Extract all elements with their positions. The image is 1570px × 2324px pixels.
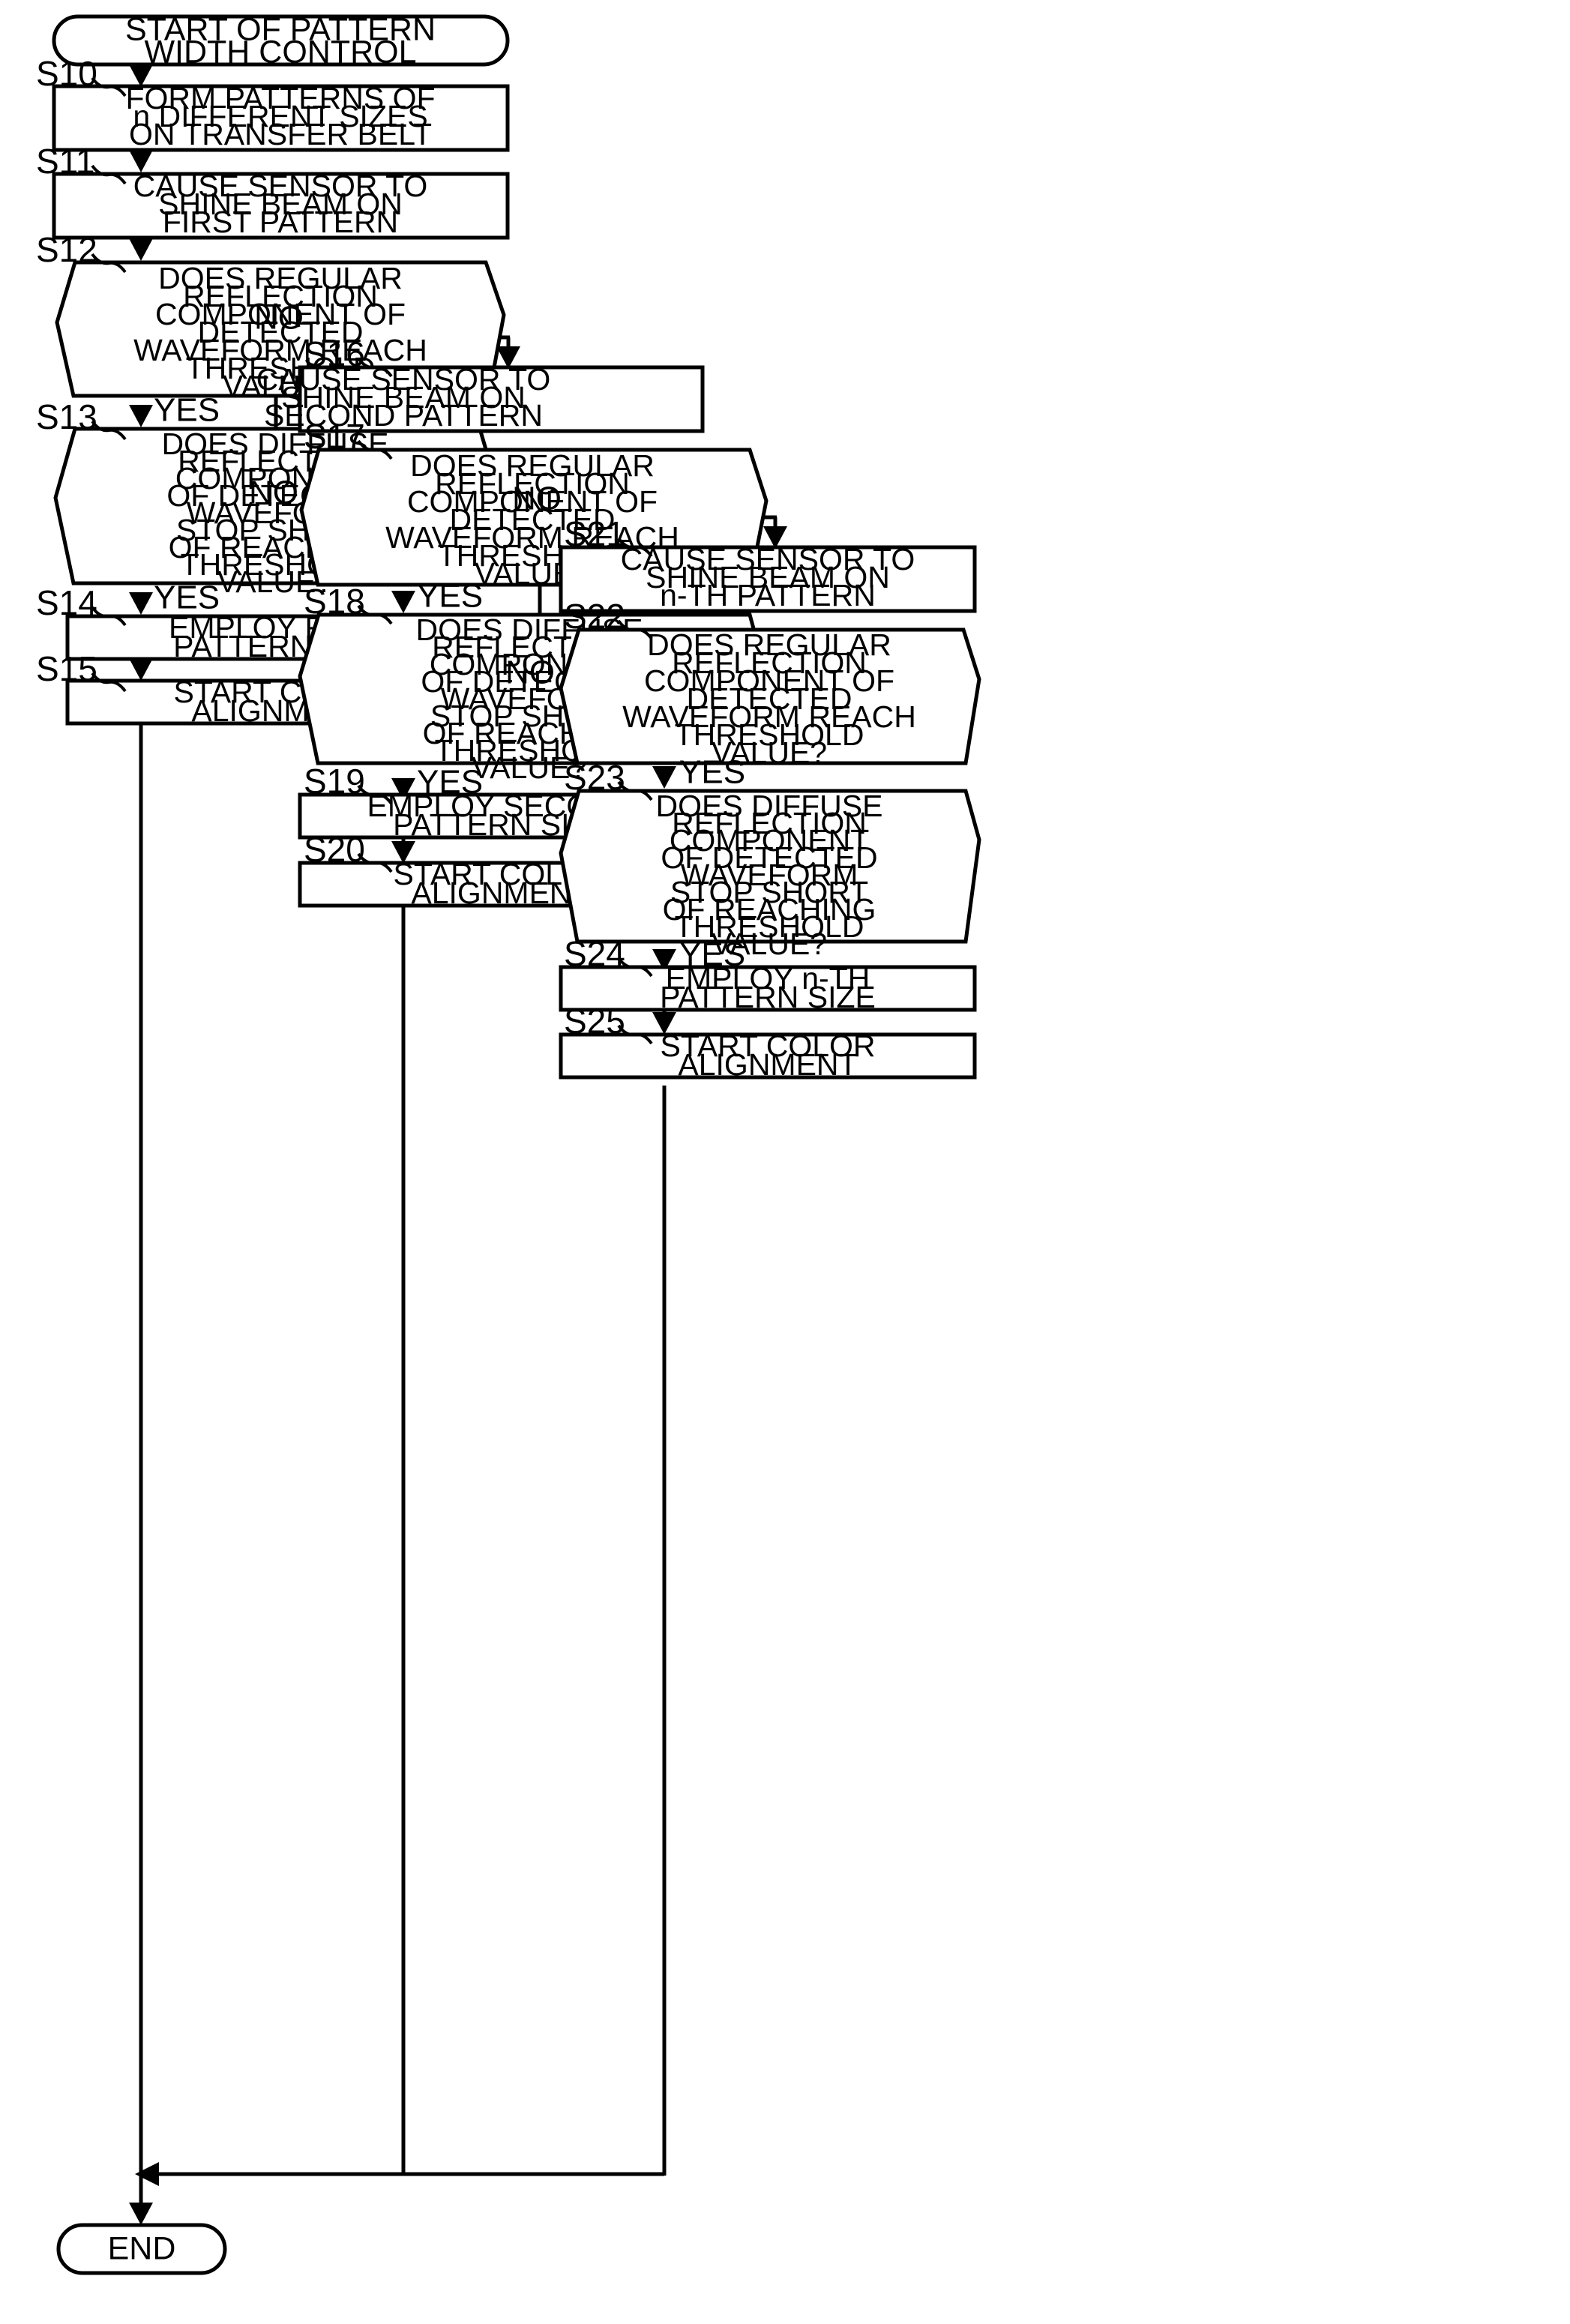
step-label-s24: S24 bbox=[564, 934, 625, 973]
node-end: END bbox=[56, 2223, 227, 2275]
arrowhead-s13-s14 bbox=[129, 592, 153, 615]
branch-label-s18-yes: YES bbox=[417, 764, 483, 801]
arrowhead-s12-s13 bbox=[129, 405, 153, 427]
step-label-s12: S12 bbox=[36, 230, 97, 269]
branch-label-s13-no: NO bbox=[249, 475, 298, 511]
step-label-s16: S16 bbox=[304, 334, 365, 373]
step-label-s10: S10 bbox=[36, 54, 97, 93]
s10-line-3: ON TRANSFER BELT bbox=[129, 117, 432, 151]
step-label-s21: S21 bbox=[564, 514, 625, 553]
s20-line-2: ALIGNMENT bbox=[411, 876, 590, 910]
step-label-s17: S17 bbox=[304, 417, 365, 456]
s24-line-2: PATTERN SIZE bbox=[660, 980, 876, 1014]
s25-line-2: ALIGNMENT bbox=[678, 1047, 857, 1082]
step-label-s15: S15 bbox=[36, 649, 97, 688]
node-s22: DOES REGULAR REFLECTION COMPONENT OF DET… bbox=[559, 627, 981, 770]
arrowhead-s17-s18 bbox=[391, 591, 415, 613]
arrowhead-merge-end bbox=[129, 2203, 153, 2225]
branch-label-s17-no: NO bbox=[512, 481, 562, 517]
step-label-s13: S13 bbox=[36, 397, 97, 436]
flowchart-canvas: START OF PATTERN WIDTH CONTROL FORM PATT… bbox=[36, 11, 981, 2275]
arrowhead-s11-s12 bbox=[129, 238, 153, 261]
s11-line-3: FIRST PATTERN bbox=[163, 205, 398, 239]
branch-label-s23-yes: YES bbox=[679, 936, 745, 973]
branch-label-s17-yes: YES bbox=[417, 578, 483, 615]
branch-label-s13-yes: YES bbox=[154, 580, 220, 616]
step-label-s18: S18 bbox=[304, 582, 365, 621]
step-label-s20: S20 bbox=[304, 830, 365, 869]
branch-label-s22-yes: YES bbox=[679, 754, 745, 791]
start-terminal-line-2: WIDTH CONTROL bbox=[144, 34, 416, 70]
step-label-s25: S25 bbox=[564, 1002, 625, 1041]
step-label-s23: S23 bbox=[564, 758, 625, 797]
s21-line-3: n-TH PATTERN bbox=[660, 578, 876, 612]
node-start: START OF PATTERN WIDTH CONTROL bbox=[52, 11, 510, 70]
step-label-s14: S14 bbox=[36, 583, 97, 622]
flowchart-sheet: START OF PATTERN WIDTH CONTROL FORM PATT… bbox=[0, 0, 1570, 2324]
branch-label-s12-no: NO bbox=[254, 300, 304, 337]
step-label-s22: S22 bbox=[564, 597, 625, 636]
step-label-s19: S19 bbox=[304, 762, 365, 801]
step-label-s11: S11 bbox=[36, 142, 94, 181]
arrowhead-s22-s23 bbox=[652, 766, 676, 789]
branch-label-s12-yes: YES bbox=[154, 392, 220, 429]
end-terminal-label: END bbox=[108, 2230, 176, 2266]
branch-label-s18-no: NO bbox=[505, 654, 555, 691]
arrowhead-s14-s15 bbox=[129, 658, 153, 681]
arrowhead-bottom-merge bbox=[135, 2162, 159, 2186]
